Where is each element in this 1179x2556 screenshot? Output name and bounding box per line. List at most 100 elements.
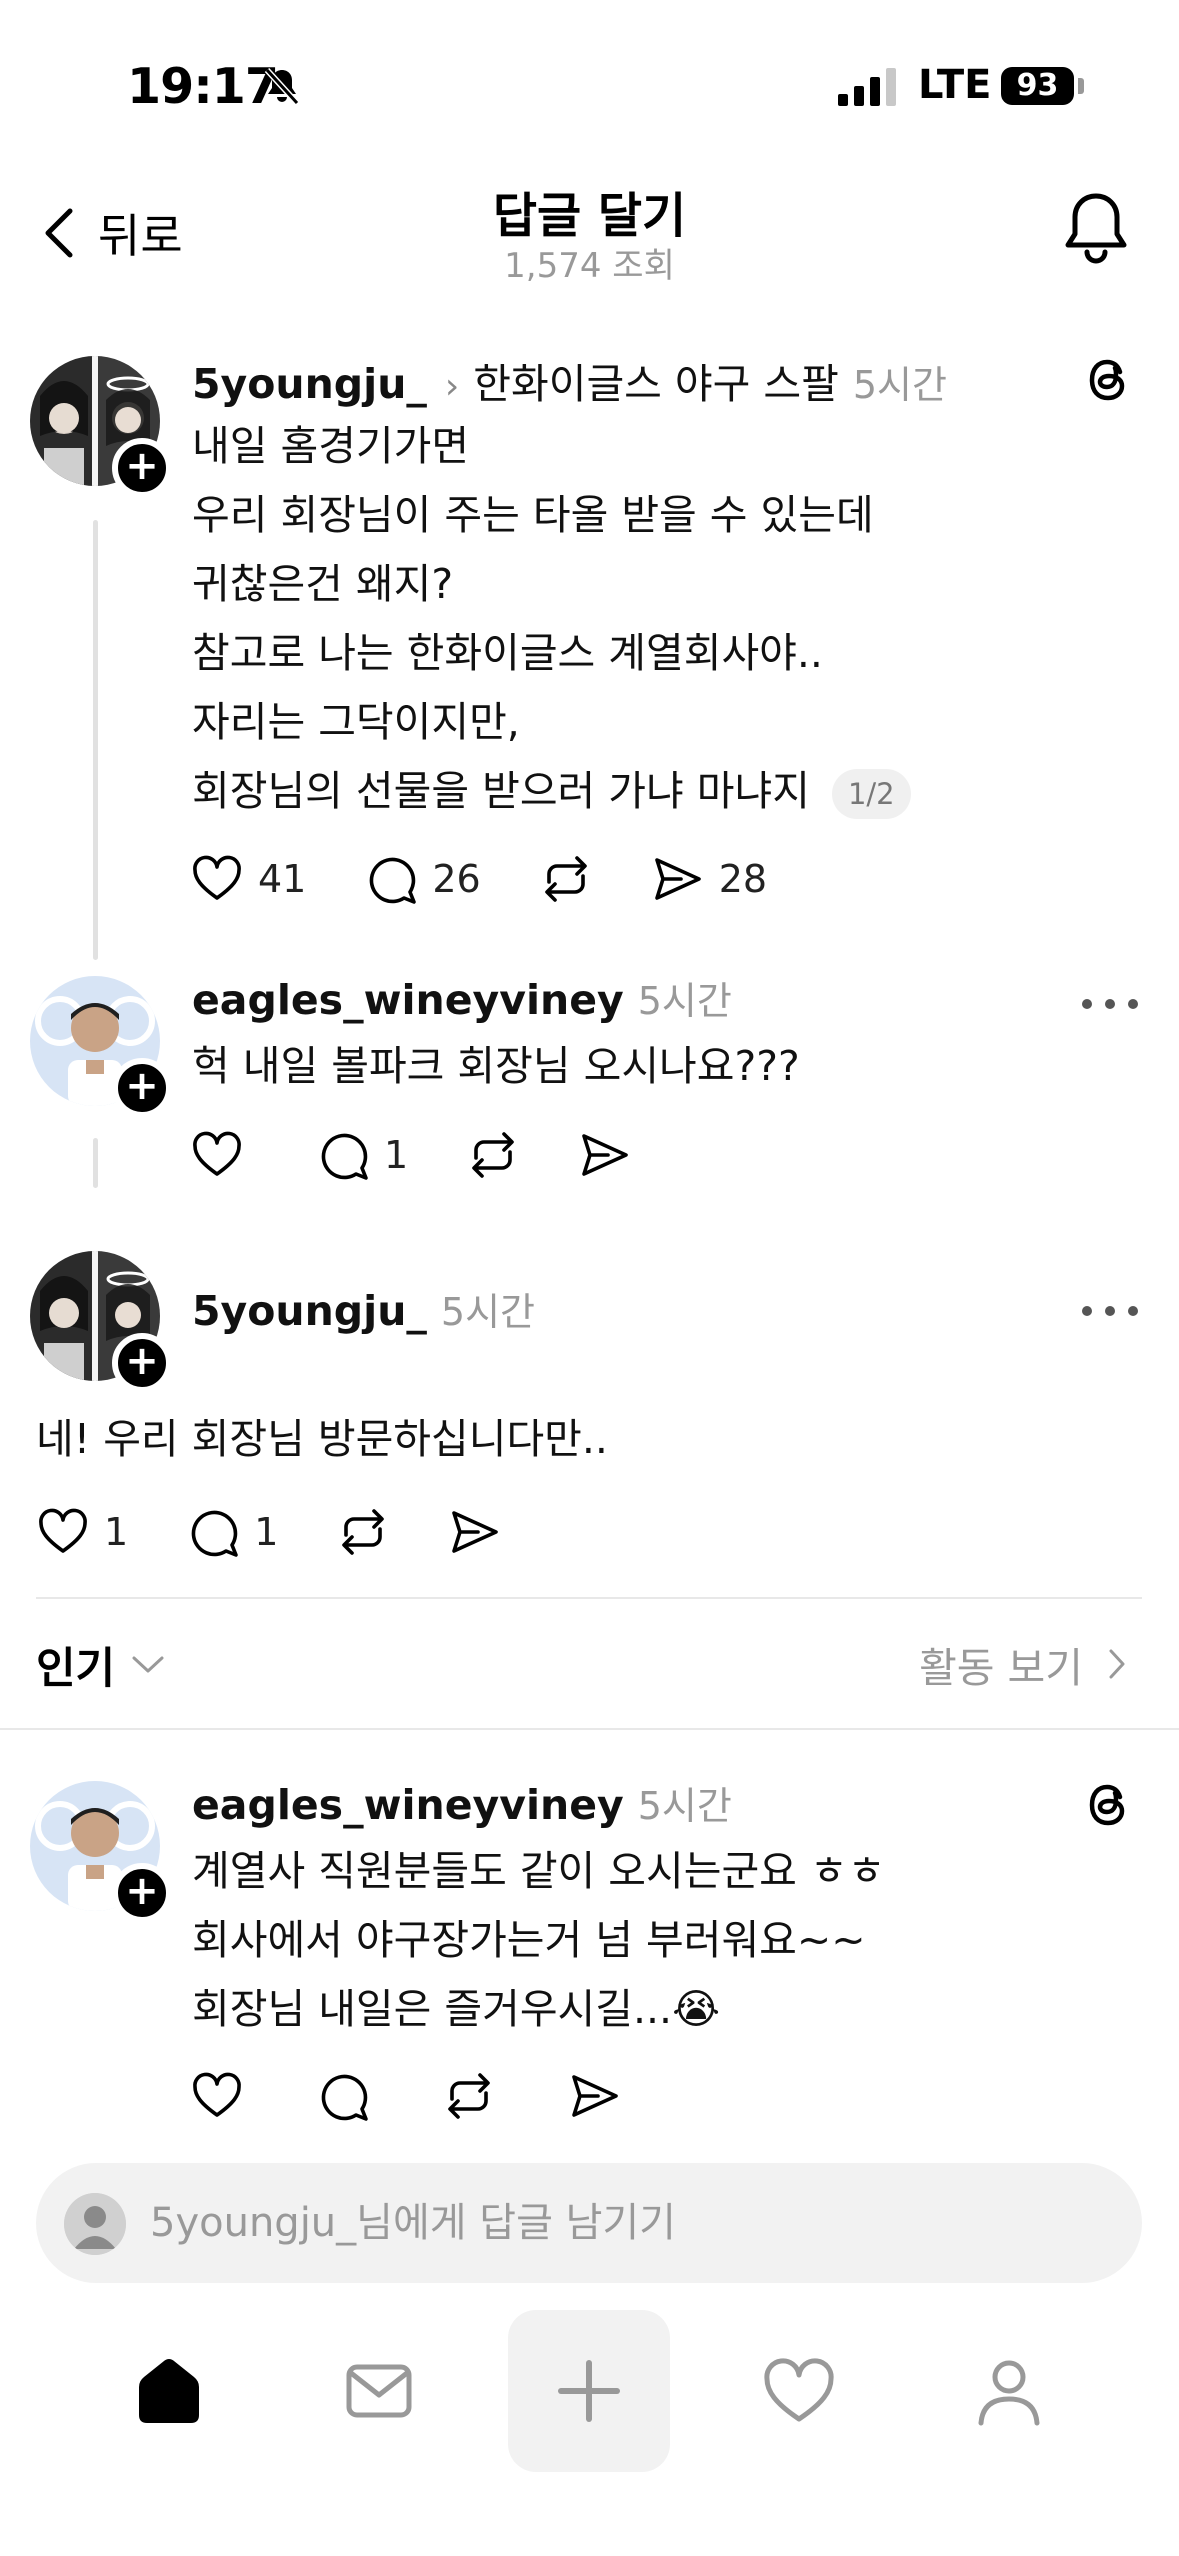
post-line: 자리는 그닥이지만, bbox=[192, 698, 520, 746]
header: 뒤로 답글 달기 1,574 조회 bbox=[0, 170, 1179, 300]
inbox-icon bbox=[346, 2364, 412, 2418]
post-line: 네! 우리 회장님 방문하십니다만.. bbox=[36, 1415, 608, 1463]
post-line: 참고로 나는 한화이글스 계열회사야.. bbox=[192, 629, 823, 677]
more-options-button[interactable] bbox=[1082, 1301, 1138, 1321]
follow-button[interactable]: + bbox=[112, 438, 172, 498]
repost-button[interactable] bbox=[442, 2069, 496, 2123]
share-button[interactable] bbox=[448, 1505, 502, 1559]
like-button[interactable] bbox=[190, 2069, 244, 2123]
comment-button[interactable]: 26 bbox=[364, 852, 481, 906]
share-button[interactable]: 28 bbox=[651, 852, 767, 906]
post-line: 우리 회장님이 주는 타올 받을 수 있는데 bbox=[192, 491, 874, 539]
post-line: 회장님의 선물을 받으러 가냐 마냐지 bbox=[192, 767, 810, 815]
share-button[interactable] bbox=[568, 2069, 622, 2123]
post-time: 5시간 bbox=[852, 363, 947, 407]
sort-label: 인기 bbox=[36, 1644, 116, 1694]
follow-button[interactable]: + bbox=[112, 1333, 172, 1393]
share-icon bbox=[654, 858, 701, 900]
more-options-button[interactable] bbox=[1082, 994, 1138, 1014]
post-time: 5시간 bbox=[637, 1784, 732, 1828]
sort-dropdown[interactable]: 인기 bbox=[36, 1634, 165, 1696]
threads-logo-icon[interactable] bbox=[1080, 352, 1136, 408]
post-actions bbox=[190, 2069, 680, 2123]
reply-input[interactable] bbox=[150, 2185, 1110, 2261]
post-line: 회장님 내일은 즐거우시길...😭 bbox=[192, 1985, 720, 2033]
comment-button[interactable]: 1 bbox=[316, 1128, 408, 1182]
page-indicator[interactable]: 1/2 bbox=[831, 769, 911, 819]
post-line: 내일 홈경기가면 bbox=[192, 422, 470, 470]
nav-home[interactable] bbox=[88, 2310, 250, 2472]
like-button[interactable]: 41 bbox=[190, 852, 306, 906]
share-button[interactable] bbox=[578, 1128, 632, 1182]
repost-button[interactable] bbox=[336, 1505, 390, 1559]
signal-icon bbox=[838, 68, 896, 106]
post-line: 귀찮은건 왜지? bbox=[192, 560, 454, 608]
repost-button[interactable] bbox=[539, 852, 593, 906]
topic-tag[interactable]: 한화이글스 야구 스팔 bbox=[473, 350, 839, 410]
thread-line bbox=[93, 520, 98, 960]
profile-icon bbox=[978, 2360, 1040, 2426]
post-header: 5youngju_ 5시간 bbox=[192, 1281, 535, 1336]
follow-button[interactable]: + bbox=[112, 1058, 172, 1118]
status-time: 19:17 bbox=[127, 58, 279, 115]
heart-icon bbox=[193, 2072, 241, 2117]
heart-icon bbox=[193, 1131, 241, 1176]
post-header: 5youngju_ › 한화이글스 야구 스팔 5시간 bbox=[192, 350, 947, 410]
comment-icon bbox=[370, 857, 417, 904]
username[interactable]: 5youngju_ bbox=[192, 1287, 427, 1335]
comment-count: 26 bbox=[432, 857, 481, 901]
post-line: 계열사 직원분들도 같이 오시는군요 ㅎㅎ bbox=[192, 1847, 886, 1895]
heart-icon bbox=[193, 855, 241, 900]
post-time: 5시간 bbox=[440, 1290, 535, 1334]
username[interactable]: 5youngju_ bbox=[192, 360, 427, 408]
username[interactable]: eagles_wineyviney bbox=[192, 976, 624, 1024]
share-icon bbox=[582, 1134, 628, 1176]
battery-indicator: 93 bbox=[1001, 67, 1074, 105]
post-header: eagles_wineyviney 5시간 bbox=[192, 970, 732, 1025]
network-label: LTE bbox=[918, 62, 992, 108]
username[interactable]: eagles_wineyviney bbox=[192, 1781, 624, 1829]
nav-create[interactable] bbox=[508, 2310, 670, 2472]
divider bbox=[0, 1728, 1179, 1730]
like-button[interactable] bbox=[190, 1128, 244, 1182]
comment-icon bbox=[321, 1133, 368, 1180]
reply-bar bbox=[36, 2163, 1142, 2283]
post-body: 헉 내일 볼파크 회장님 오시나요??? bbox=[192, 1032, 800, 1101]
chevron-right-icon bbox=[1109, 1649, 1125, 1679]
post-actions: 1 bbox=[190, 1128, 690, 1182]
view-activity-link[interactable]: 활동 보기 bbox=[919, 1634, 1127, 1694]
reply-post: + eagles_wineyviney 5시간 헉 내일 볼파크 회장님 오시나… bbox=[0, 960, 1179, 1220]
home-icon bbox=[139, 2359, 199, 2423]
like-button[interactable]: 1 bbox=[36, 1505, 128, 1559]
view-count: 1,574 조회 bbox=[504, 246, 675, 286]
nav-inbox[interactable] bbox=[298, 2310, 460, 2472]
battery-nub bbox=[1078, 78, 1084, 94]
follow-button[interactable]: + bbox=[112, 1863, 172, 1923]
heart-icon bbox=[764, 2358, 834, 2422]
repost-button[interactable] bbox=[466, 1128, 520, 1182]
comment-count: 1 bbox=[254, 1510, 279, 1554]
comment-button[interactable] bbox=[316, 2069, 370, 2123]
comment-icon bbox=[191, 1510, 238, 1557]
like-count: 1 bbox=[104, 1510, 129, 1554]
threads-logo-icon[interactable] bbox=[1080, 1777, 1136, 1833]
post-actions: 1 1 bbox=[36, 1505, 560, 1559]
share-icon bbox=[452, 1511, 499, 1553]
comment-post: + eagles_wineyviney 5시간 계열사 직원분들도 같이 오시는… bbox=[0, 1765, 1179, 2145]
repost-icon bbox=[342, 1509, 385, 1555]
bottom-nav bbox=[0, 2310, 1179, 2510]
chevron-down-icon bbox=[132, 1656, 164, 1673]
thread-line bbox=[93, 1138, 98, 1188]
post-line-last: 회장님의 선물을 받으러 가냐 마냐지 1/2 bbox=[192, 757, 911, 826]
bell-slash-icon bbox=[264, 67, 300, 106]
repost-icon bbox=[472, 1132, 514, 1178]
heart-icon bbox=[39, 1508, 87, 1553]
bell-icon[interactable] bbox=[1060, 190, 1132, 266]
nav-activity[interactable] bbox=[718, 2310, 880, 2472]
nav-profile[interactable] bbox=[928, 2310, 1090, 2472]
post-body: 네! 우리 회장님 방문하십니다만.. bbox=[36, 1405, 608, 1474]
comment-button[interactable]: 1 bbox=[186, 1505, 278, 1559]
chevron-right-icon: › bbox=[444, 366, 460, 407]
post-body: 내일 홈경기가면 우리 회장님이 주는 타올 받을 수 있는데 귀찮은건 왜지?… bbox=[192, 412, 911, 826]
reply-post: + 5youngju_ 5시간 네! 우리 회장님 방문하십니다만.. 1 1 bbox=[0, 1235, 1179, 1575]
